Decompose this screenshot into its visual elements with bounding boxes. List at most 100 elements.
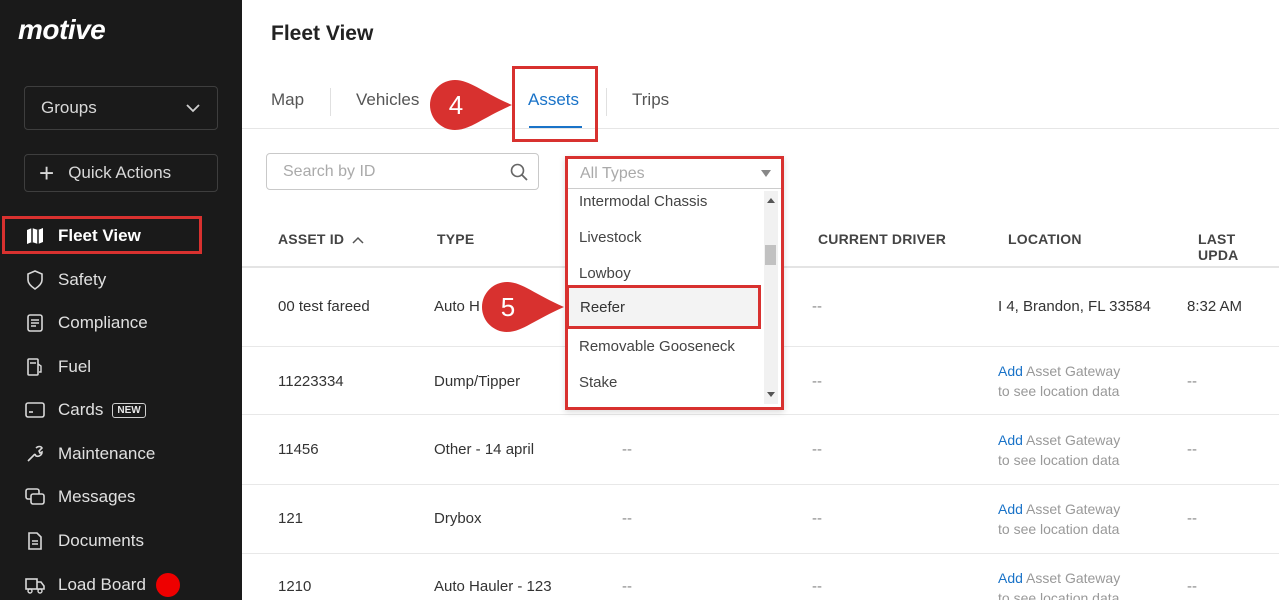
type-filter-select[interactable]: All Types	[568, 159, 781, 189]
list-icon	[25, 313, 45, 333]
step-5-label: 5	[501, 292, 515, 322]
location-cell: Add Asset Gateway to see location data	[998, 363, 1121, 399]
step-4-label: 4	[449, 90, 463, 120]
fuel-pump-icon	[25, 357, 45, 377]
type-cell: Other - 14 april	[434, 441, 535, 458]
sidebar-item-label: Maintenance	[58, 444, 156, 463]
map-icon	[25, 226, 45, 246]
add-asset-gateway-link[interactable]: Add	[998, 432, 1023, 448]
driver-cell: --	[812, 441, 822, 458]
last-updated-cell: --	[1187, 510, 1197, 527]
step-5-callout: 5	[481, 282, 564, 332]
search-icon[interactable]	[510, 163, 528, 181]
column-header-current-driver[interactable]: CURRENT DRIVER	[818, 231, 946, 247]
option-intermodal-chassis[interactable]: Intermodal Chassis	[579, 193, 707, 210]
tabs-divider	[242, 128, 1279, 129]
add-asset-gateway-link[interactable]: Add	[998, 570, 1023, 586]
sidebar-item-label: Cards	[58, 400, 104, 419]
asset-id-cell[interactable]: 1210	[278, 578, 311, 595]
sidebar-item-label: Safety	[58, 270, 107, 289]
column-3-cell: --	[622, 578, 632, 595]
asset-id-cell[interactable]: 00 test fareed	[278, 298, 370, 315]
quick-actions-button[interactable]: + Quick Actions	[24, 154, 218, 192]
sidebar-item-fuel[interactable]: Fuel	[0, 347, 242, 387]
sidebar-item-cards[interactable]: Cards NEW	[0, 390, 242, 430]
add-asset-gateway-link[interactable]: Add	[998, 363, 1023, 379]
search-box[interactable]	[266, 153, 539, 190]
asset-id-cell[interactable]: 11223334	[278, 373, 344, 390]
row-divider	[242, 414, 1279, 415]
chat-icon	[25, 487, 45, 507]
column-header-type[interactable]: TYPE	[437, 231, 474, 247]
driver-cell: --	[812, 578, 822, 595]
driver-cell: --	[812, 298, 822, 315]
last-updated-cell: 8:32 AM	[1187, 298, 1243, 315]
sidebar-item-label: Fleet View	[58, 226, 141, 245]
sidebar-item-label: Load Board	[58, 575, 146, 594]
option-livestock[interactable]: Livestock	[579, 229, 642, 246]
type-filter-value: All Types	[580, 164, 645, 182]
column-3-cell: --	[622, 441, 632, 458]
location-cell: Add Asset Gateway to see location data	[998, 501, 1121, 537]
sidebar-item-label: Messages	[58, 487, 136, 506]
sidebar-item-messages[interactable]: Messages	[0, 477, 242, 517]
driver-cell: --	[812, 373, 822, 390]
option-reefer[interactable]: Reefer	[566, 285, 761, 329]
card-icon	[25, 400, 45, 420]
groups-label: Groups	[41, 98, 97, 117]
motive-logo[interactable]: motive	[18, 14, 106, 46]
column-header-location[interactable]: LOCATION	[1008, 231, 1082, 247]
sidebar-item-safety[interactable]: Safety	[0, 260, 242, 300]
tab-map[interactable]: Map	[271, 90, 304, 110]
scroll-down-icon[interactable]	[767, 392, 775, 397]
search-input[interactable]	[283, 162, 483, 181]
sidebar-item-label: Compliance	[58, 313, 148, 332]
tab-divider	[606, 88, 607, 116]
chevron-down-icon	[186, 104, 200, 113]
dropdown-scrollbar-thumb[interactable]	[765, 245, 776, 265]
tab-divider	[330, 88, 331, 116]
shield-icon	[25, 270, 45, 290]
sidebar-item-label: Documents	[58, 531, 144, 550]
sidebar-item-fleet-view[interactable]: Fleet View	[0, 216, 242, 256]
last-updated-cell: --	[1187, 441, 1197, 458]
new-badge: NEW	[112, 402, 146, 418]
page-title: Fleet View	[271, 22, 374, 45]
row-divider	[242, 553, 1279, 554]
column-header-last-updated[interactable]: LAST UPDA	[1198, 231, 1279, 263]
driver-cell: --	[812, 510, 822, 527]
option-lowboy[interactable]: Lowboy	[579, 265, 631, 282]
asset-id-cell[interactable]: 11456	[278, 441, 319, 458]
sidebar-item-maintenance[interactable]: Maintenance	[0, 434, 242, 474]
sort-ascending-icon	[352, 236, 364, 244]
type-cell: Dump/Tipper	[434, 373, 521, 390]
type-cell: Auto Hauler - 123	[434, 578, 552, 595]
quick-actions-label: Quick Actions	[68, 163, 172, 182]
sidebar-item-label: Fuel	[58, 357, 92, 376]
sidebar-item-compliance[interactable]: Compliance	[0, 303, 242, 343]
notification-dot	[155, 573, 180, 597]
groups-dropdown[interactable]: Groups	[24, 86, 218, 130]
type-cell: Drybox	[434, 510, 482, 527]
location-cell: I 4, Brandon, FL 33584	[998, 298, 1151, 315]
type-filter-dropdown[interactable]: All Types Intermodal Chassis Livestock L…	[565, 156, 784, 410]
tab-trips[interactable]: Trips	[632, 90, 669, 110]
option-stake[interactable]: Stake	[579, 374, 617, 391]
assets-tab-highlight	[512, 66, 598, 142]
sidebar: motive Groups + Quick Actions Fleet View…	[0, 0, 242, 600]
tab-vehicles[interactable]: Vehicles	[356, 90, 419, 110]
truck-icon	[25, 575, 45, 595]
location-cell: Add Asset Gateway to see location data	[998, 432, 1121, 468]
column-header-asset-id[interactable]: ASSET ID	[278, 231, 364, 247]
last-updated-cell: --	[1187, 373, 1197, 390]
wrench-icon	[25, 444, 45, 464]
caret-down-icon	[761, 170, 771, 177]
dropdown-scrollbar[interactable]	[764, 191, 778, 404]
sidebar-item-load-board[interactable]: Load Board	[0, 565, 242, 600]
scroll-up-icon[interactable]	[767, 198, 775, 203]
asset-id-cell[interactable]: 121	[278, 510, 303, 527]
option-removable-gooseneck[interactable]: Removable Gooseneck	[579, 338, 735, 355]
step-4-callout: 4	[429, 80, 512, 130]
sidebar-item-documents[interactable]: Documents	[0, 521, 242, 561]
add-asset-gateway-link[interactable]: Add	[998, 501, 1023, 517]
